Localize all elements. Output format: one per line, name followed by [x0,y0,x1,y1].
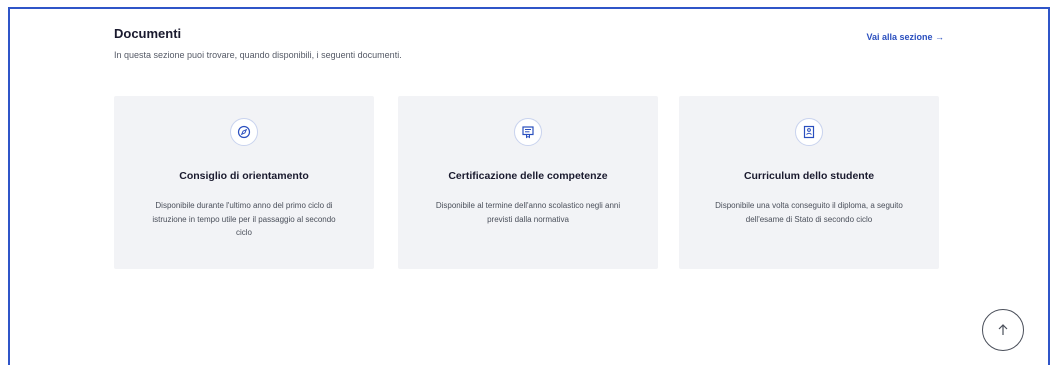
card-description: Disponibile una volta conseguito il dipl… [715,201,903,224]
card-description: Disponibile al termine dell'anno scolast… [435,201,621,224]
card-title: Consiglio di orientamento [179,170,309,182]
scroll-to-top-button[interactable] [982,309,1024,351]
section-subtitle: In questa sezione puoi trovare, quando d… [114,50,402,60]
document-cards: Consiglio di orientamento Disponibile du… [114,96,944,269]
section-title: Documenti [114,26,182,41]
card-title: Certificazione delle competenze [448,170,608,182]
card-consiglio-orientamento[interactable]: Consiglio di orientamento Disponibile du… [114,96,374,269]
compass-icon [230,118,258,146]
card-description: Disponibile durante l'ultimo anno del pr… [152,201,336,237]
document-icon [795,118,823,146]
certificate-icon [514,118,542,146]
card-curriculum-studente[interactable]: Curriculum dello studente Disponibile un… [679,96,939,269]
go-to-section-link[interactable]: Vai alla sezione → [866,32,944,42]
card-certificazione-competenze[interactable]: Certificazione delle competenze Disponib… [398,96,658,269]
arrow-up-icon [998,324,1008,335]
card-title: Curriculum dello studente [743,170,875,182]
